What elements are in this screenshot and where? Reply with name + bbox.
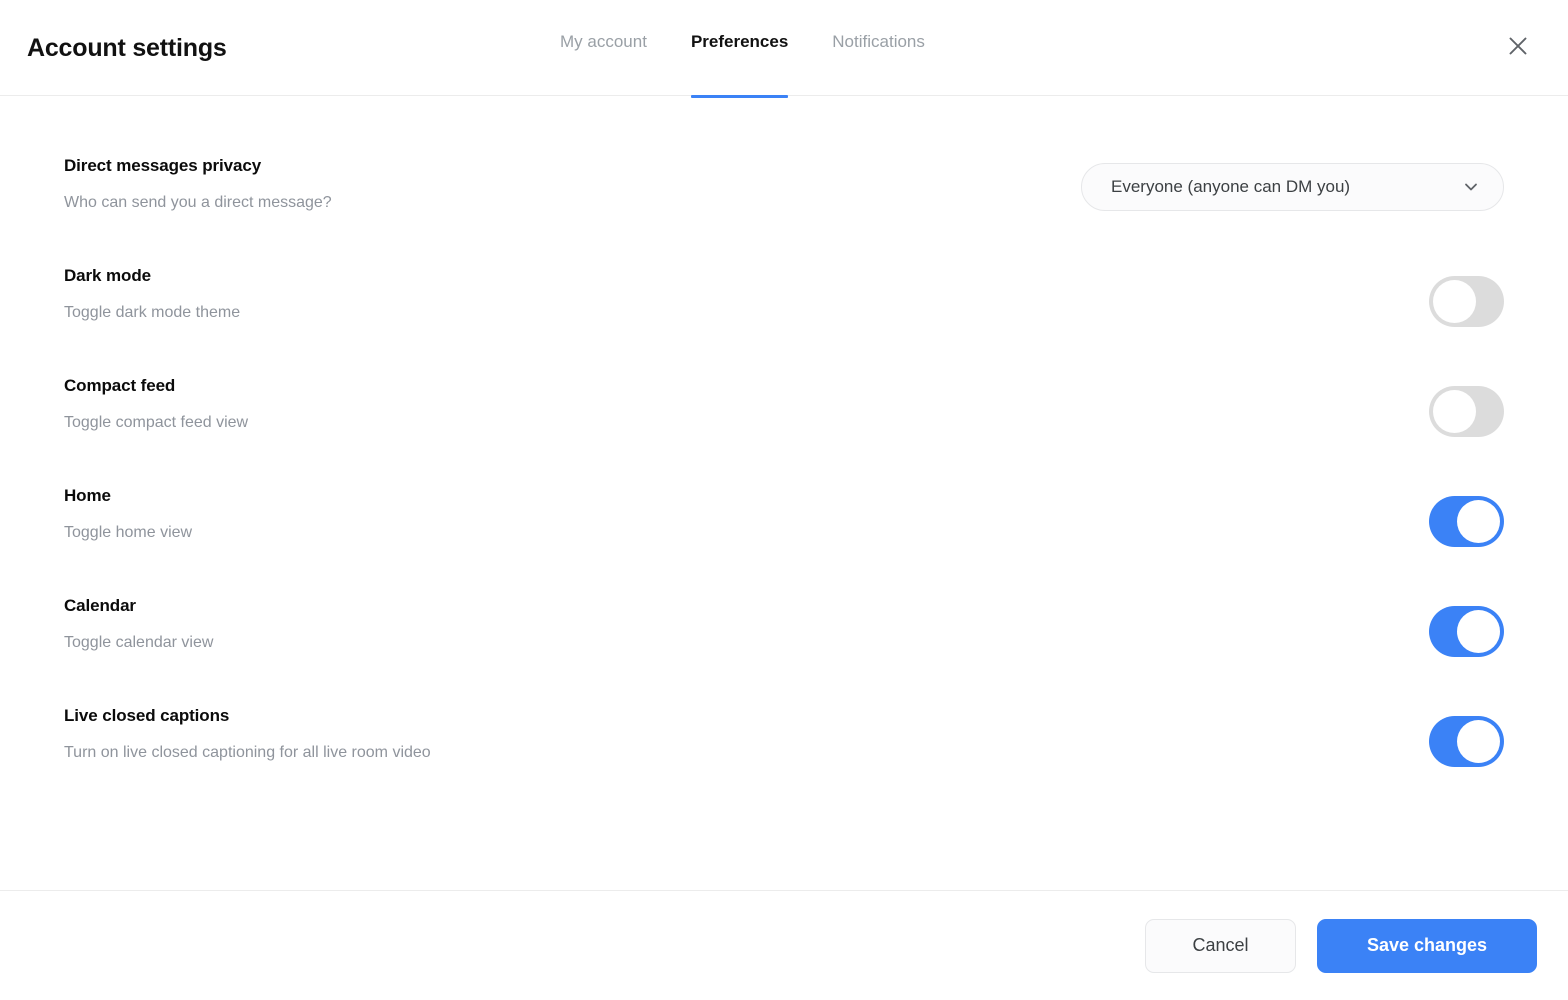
- setting-text: Live closed captions Turn on live closed…: [64, 704, 431, 764]
- toggle-knob: [1457, 720, 1500, 763]
- page-title: Account settings: [27, 34, 227, 62]
- dropdown-selected-value: Everyone (anyone can DM you): [1111, 177, 1351, 196]
- setting-title: Home: [64, 486, 111, 505]
- setting-control: [1424, 484, 1504, 547]
- setting-text: Compact feed Toggle compact feed view: [64, 374, 248, 434]
- save-changes-button[interactable]: Save changes: [1317, 918, 1537, 973]
- dark-mode-toggle[interactable]: [1429, 276, 1504, 327]
- setting-text: Direct messages privacy Who can send you…: [64, 154, 332, 214]
- modal-header: Account settings My account Preferences …: [0, 0, 1568, 98]
- setting-description: Toggle compact feed view: [64, 414, 249, 431]
- setting-row-calendar: Calendar Toggle calendar view: [64, 594, 1504, 704]
- tab-bar: My account Preferences Notifications: [560, 31, 947, 98]
- setting-text: Dark mode Toggle dark mode theme: [64, 264, 240, 324]
- setting-title: Calendar: [64, 596, 136, 615]
- setting-control: [1424, 594, 1504, 657]
- tab-my-account[interactable]: My account: [560, 31, 669, 53]
- tab-preferences[interactable]: Preferences: [669, 31, 810, 98]
- toggle-knob: [1433, 280, 1476, 323]
- setting-row-home: Home Toggle home view: [64, 484, 1504, 594]
- modal-footer: Cancel Save changes: [0, 890, 1568, 1000]
- live-closed-captions-toggle[interactable]: [1429, 716, 1504, 767]
- setting-description: Toggle calendar view: [64, 634, 214, 651]
- close-button[interactable]: [1500, 28, 1536, 64]
- setting-description: Turn on live closed captioning for all l…: [64, 744, 431, 761]
- setting-row-direct-messages-privacy: Direct messages privacy Who can send you…: [64, 154, 1504, 264]
- setting-title: Compact feed: [64, 376, 176, 395]
- direct-messages-privacy-dropdown[interactable]: Everyone (anyone can DM you): [1081, 163, 1504, 211]
- setting-control: [1424, 264, 1504, 327]
- home-toggle[interactable]: [1429, 496, 1504, 547]
- setting-row-compact-feed: Compact feed Toggle compact feed view: [64, 374, 1504, 484]
- toggle-knob: [1457, 610, 1500, 653]
- setting-text: Home Toggle home view: [64, 484, 192, 544]
- toggle-knob: [1457, 500, 1500, 543]
- preferences-settings-list: Direct messages privacy Who can send you…: [64, 96, 1504, 814]
- setting-title: Live closed captions: [64, 706, 230, 725]
- cancel-button[interactable]: Cancel: [1145, 918, 1296, 973]
- setting-title: Direct messages privacy: [64, 156, 262, 175]
- modal-body: Direct messages privacy Who can send you…: [0, 96, 1568, 890]
- calendar-toggle[interactable]: [1429, 606, 1504, 657]
- setting-title: Dark mode: [64, 266, 151, 285]
- setting-text: Calendar Toggle calendar view: [64, 594, 213, 654]
- setting-row-dark-mode: Dark mode Toggle dark mode theme: [64, 264, 1504, 374]
- setting-control: Everyone (anyone can DM you): [1081, 154, 1504, 211]
- setting-description: Toggle dark mode theme: [64, 304, 241, 321]
- chevron-down-icon: [1461, 177, 1481, 197]
- close-icon: [1507, 35, 1529, 57]
- setting-row-live-closed-captions: Live closed captions Turn on live closed…: [64, 704, 1504, 814]
- tab-notifications[interactable]: Notifications: [810, 31, 947, 53]
- setting-description: Toggle home view: [64, 524, 193, 541]
- setting-control: [1424, 374, 1504, 437]
- compact-feed-toggle[interactable]: [1429, 386, 1504, 437]
- account-settings-modal: Account settings My account Preferences …: [0, 0, 1568, 1000]
- setting-control: [1424, 704, 1504, 767]
- setting-description: Who can send you a direct message?: [64, 194, 332, 211]
- toggle-knob: [1433, 390, 1476, 433]
